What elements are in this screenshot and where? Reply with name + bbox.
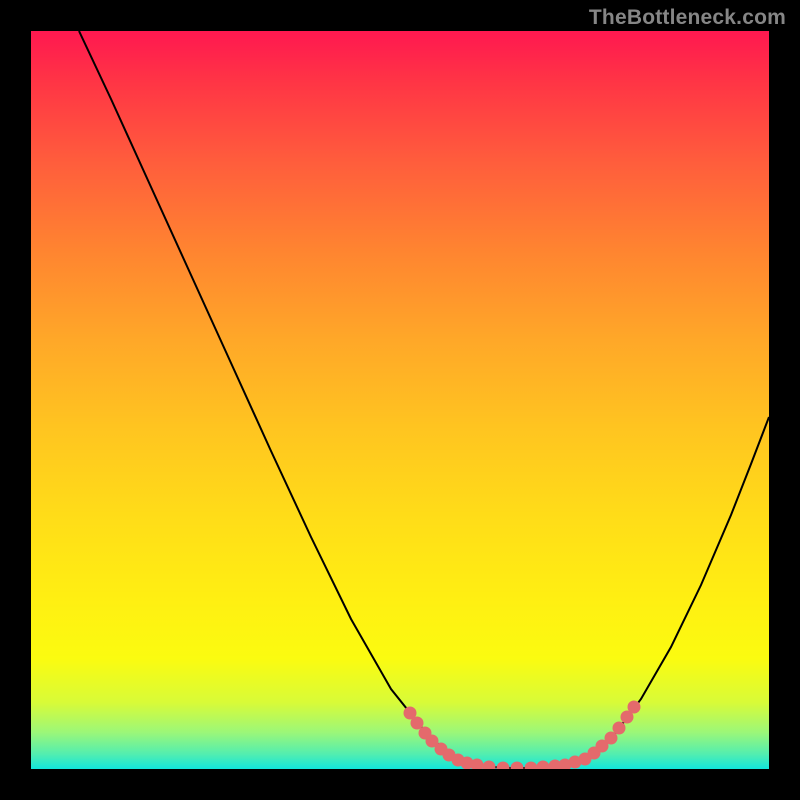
watermark-text: TheBottleneck.com — [589, 6, 786, 30]
marker-dots — [404, 701, 641, 770]
curve-group — [79, 31, 769, 768]
marker-dot — [537, 761, 550, 770]
curve-left-branch — [79, 31, 477, 765]
marker-dot — [613, 722, 626, 735]
marker-dot — [483, 761, 496, 770]
marker-dot — [497, 762, 510, 770]
chart-svg — [31, 31, 769, 769]
marker-dot — [628, 701, 641, 714]
marker-dot — [511, 762, 524, 770]
marker-dot — [525, 762, 538, 770]
curve-right-branch — [565, 417, 769, 765]
